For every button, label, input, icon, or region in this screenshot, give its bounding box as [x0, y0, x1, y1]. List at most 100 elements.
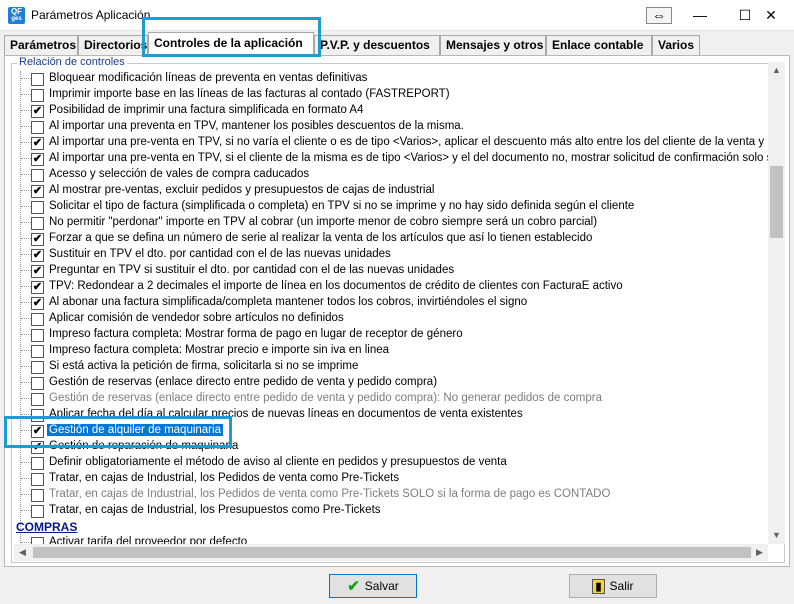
- control-item[interactable]: Gestión de reservas (enlace directo entr…: [13, 375, 775, 391]
- tree-connector: [21, 462, 31, 463]
- control-label: Si está activa la petición de firma, sol…: [49, 360, 359, 372]
- control-item[interactable]: ✔ Sustituir en TPV el dto. por cantidad c…: [13, 247, 775, 263]
- tab-directorios[interactable]: Directorios: [78, 35, 148, 55]
- control-item[interactable]: Si está activa la petición de firma, sol…: [13, 359, 775, 375]
- exit-button[interactable]: ▮ Salir: [569, 574, 657, 598]
- control-label: Al importar una preventa en TPV, mantene…: [49, 120, 464, 132]
- control-checkbox[interactable]: ✔: [31, 105, 44, 118]
- scroll-up-icon[interactable]: ▲: [768, 62, 785, 79]
- control-checkbox[interactable]: [31, 377, 44, 390]
- minimize-button[interactable]: —: [677, 0, 723, 30]
- tree-connector: [21, 190, 31, 191]
- control-label: Al mostrar pre-ventas, excluir pedidos y…: [49, 184, 435, 196]
- control-checkbox[interactable]: ✔: [31, 441, 44, 454]
- control-checkbox[interactable]: ✔: [31, 265, 44, 278]
- control-checkbox[interactable]: [31, 505, 44, 518]
- control-checkbox[interactable]: [31, 361, 44, 374]
- tab-varios[interactable]: Varios: [652, 35, 700, 55]
- control-item[interactable]: Aplicar comisión de vendedor sobre artíc…: [13, 311, 775, 327]
- control-item[interactable]: ✔ Gestión de alquiler de maquinaria: [13, 423, 775, 439]
- restore-size-icon: ⇔: [646, 6, 672, 24]
- scroll-right-icon[interactable]: ▶: [751, 544, 768, 561]
- control-label: Imprimir importe base en las líneas de l…: [49, 88, 450, 100]
- control-checkbox[interactable]: ✔: [31, 233, 44, 246]
- control-checkbox[interactable]: [31, 169, 44, 182]
- save-label: Salvar: [364, 579, 399, 593]
- control-item[interactable]: ✔ Al importar una pre-venta en TPV, si no…: [13, 135, 775, 151]
- control-label: Gestión de reparación de maquinaria: [49, 440, 239, 452]
- control-item[interactable]: Tratar, en cajas de Industrial, los Pres…: [13, 503, 775, 519]
- control-checkbox[interactable]: [31, 489, 44, 502]
- control-checkbox[interactable]: [31, 89, 44, 102]
- control-item[interactable]: Impreso factura completa: Mostrar precio…: [13, 343, 775, 359]
- scroll-down-icon[interactable]: ▼: [768, 527, 785, 544]
- control-checkbox[interactable]: [31, 313, 44, 326]
- control-label: Acesso y selección de vales de compra ca…: [49, 168, 310, 180]
- control-checkbox[interactable]: ✔: [31, 185, 44, 198]
- horizontal-scroll-thumb[interactable]: [33, 547, 751, 558]
- control-checkbox[interactable]: ✔: [31, 425, 44, 438]
- control-checkbox[interactable]: [31, 329, 44, 342]
- control-item[interactable]: ✔ Preguntar en TPV si sustituir el dto. p…: [13, 263, 775, 279]
- control-item[interactable]: ✔ TPV: Redondear a 2 decimales el importe…: [13, 279, 775, 295]
- control-checkbox[interactable]: [31, 217, 44, 230]
- tree-connector: [21, 446, 31, 447]
- control-checkbox[interactable]: [31, 201, 44, 214]
- control-item[interactable]: ✔ Forzar a que se defina un número de ser…: [13, 231, 775, 247]
- control-item[interactable]: Imprimir importe base en las líneas de l…: [13, 87, 775, 103]
- tree-connector: [21, 238, 31, 239]
- control-item[interactable]: No permitir "perdonar" importe en TPV al…: [13, 215, 775, 231]
- control-label: Sustituir en TPV el dto. por cantidad co…: [49, 248, 391, 260]
- control-item[interactable]: ✔ Gestión de reparación de maquinaria: [13, 439, 775, 455]
- scroll-left-icon[interactable]: ◀: [14, 544, 31, 561]
- control-checkbox[interactable]: ✔: [31, 153, 44, 166]
- control-label: Solicitar el tipo de factura (simplifica…: [49, 200, 635, 212]
- control-checkbox[interactable]: [31, 393, 44, 406]
- tab-enlace-contable[interactable]: Enlace contable: [546, 35, 652, 55]
- control-checkbox[interactable]: [31, 473, 44, 486]
- horizontal-scrollbar[interactable]: ◀ ▶: [14, 544, 768, 561]
- tab-parametros[interactable]: Parámetros: [4, 35, 78, 55]
- control-item[interactable]: Impreso factura completa: Mostrar forma …: [13, 327, 775, 343]
- tab-pvp-descuentos[interactable]: P.V.P. y descuentos: [314, 35, 440, 55]
- control-item[interactable]: ✔ Al importar una pre-venta en TPV, si el…: [13, 151, 775, 167]
- control-item[interactable]: Bloquear modificación líneas de preventa…: [13, 71, 775, 87]
- control-item[interactable]: Aplicar fecha del día al calcular precio…: [13, 407, 775, 423]
- control-item[interactable]: Gestión de reservas (enlace directo entr…: [13, 391, 775, 407]
- control-checkbox[interactable]: [31, 73, 44, 86]
- control-item[interactable]: Solicitar el tipo de factura (simplifica…: [13, 199, 775, 215]
- tree-connector: [21, 414, 31, 415]
- control-checkbox[interactable]: [31, 121, 44, 134]
- close-button[interactable]: ✕: [748, 0, 794, 30]
- control-checkbox[interactable]: [31, 457, 44, 470]
- control-checkbox[interactable]: ✔: [31, 281, 44, 294]
- controls-tree[interactable]: Bloquear modificación líneas de preventa…: [13, 71, 775, 545]
- tree-connector: [21, 126, 31, 127]
- control-checkbox[interactable]: ✔: [31, 137, 44, 150]
- control-item[interactable]: ✔ Al abonar una factura simplificada/comp…: [13, 295, 775, 311]
- control-item[interactable]: Definir obligatoriamente el método de av…: [13, 455, 775, 471]
- restore-size-button[interactable]: ⇔: [636, 0, 682, 30]
- tree-connector: [21, 174, 31, 175]
- control-checkbox[interactable]: ✔: [31, 249, 44, 262]
- control-label: Gestión de reservas (enlace directo entr…: [49, 376, 438, 388]
- control-checkbox[interactable]: [31, 409, 44, 422]
- control-item[interactable]: Tratar, en cajas de Industrial, los Pedi…: [13, 471, 775, 487]
- control-item[interactable]: Al importar una preventa en TPV, mantene…: [13, 119, 775, 135]
- vertical-scrollbar[interactable]: ▲ ▼: [768, 62, 785, 544]
- control-item[interactable]: ✔ Posibilidad de imprimir una factura sim…: [13, 103, 775, 119]
- save-button[interactable]: ✔ Salvar: [329, 574, 417, 598]
- exit-label: Salir: [609, 579, 634, 593]
- control-checkbox[interactable]: [31, 345, 44, 358]
- controls-panel: Relación de controles Bloquear modificac…: [4, 55, 790, 567]
- tree-connector: [21, 334, 31, 335]
- tab-mensajes[interactable]: Mensajes y otros: [440, 35, 546, 55]
- control-checkbox[interactable]: ✔: [31, 297, 44, 310]
- control-item[interactable]: ✔ Al mostrar pre-ventas, excluir pedidos …: [13, 183, 775, 199]
- control-item[interactable]: Tratar, en cajas de Industrial, los Pedi…: [13, 487, 775, 503]
- control-item[interactable]: Acesso y selección de vales de compra ca…: [13, 167, 775, 183]
- vertical-scroll-thumb[interactable]: [770, 166, 783, 238]
- tab-controles[interactable]: Controles de la aplicación: [148, 32, 314, 56]
- section-compras[interactable]: COMPRAS: [13, 519, 775, 535]
- app-logo-icon: QF ges: [8, 7, 25, 24]
